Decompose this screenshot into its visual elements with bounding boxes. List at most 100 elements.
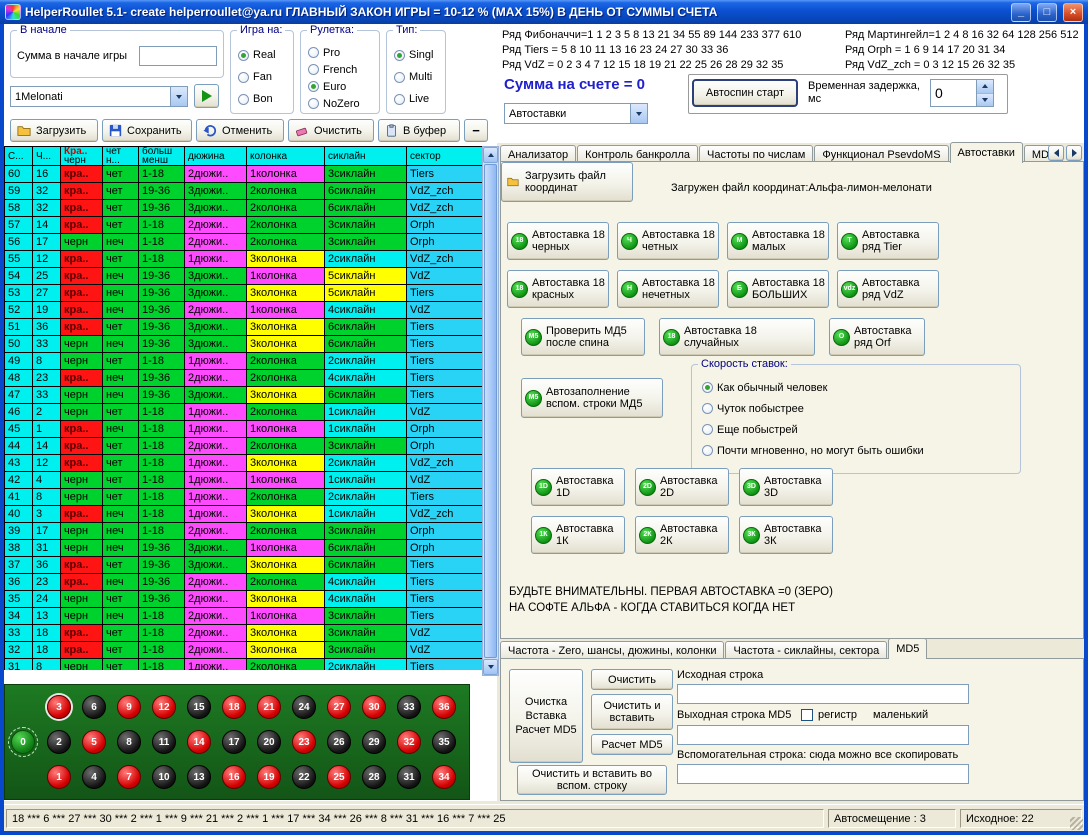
table-row[interactable]: 5033черннеч19-363дюжи..3колонка6сиклайнT… [5, 336, 482, 353]
tab[interactable]: Частота - Zero, шансы, дюжины, колонки [500, 641, 724, 659]
tab-scroll-left-button[interactable] [1048, 145, 1064, 161]
table-row[interactable]: 4823кра..неч19-362дюжи..2колонка4сиклайн… [5, 370, 482, 387]
autobet-button[interactable]: vdz Автоставка ряд VdZ [837, 270, 939, 308]
autobet-button[interactable]: 2К Автоставка 2К [635, 516, 729, 554]
autobet-button[interactable]: М5 Проверить МД5 после спина [521, 318, 645, 356]
board-number-15[interactable]: 15 [187, 695, 211, 719]
delay-spinner[interactable] [930, 79, 994, 107]
table-row[interactable]: 3218кра..чет1-182дюжи..3колонка3сиклайнV… [5, 642, 482, 659]
load-button[interactable]: Загрузить [10, 119, 98, 142]
table-row[interactable]: 424чернчет1-181дюжи..1колонка1сиклайнVdZ [5, 472, 482, 489]
board-number-12[interactable]: 12 [152, 695, 176, 719]
board-number-20[interactable]: 20 [257, 730, 281, 754]
table-row[interactable]: 403кра..неч1-181дюжи..3колонка1сиклайнVd… [5, 506, 482, 523]
autobet-button[interactable]: О Автоставка ряд Orf [829, 318, 925, 356]
autobet-button[interactable]: 1D Автоставка 1D [531, 468, 625, 506]
speed-radio-option[interactable]: Чуток побыстрее [702, 398, 1019, 419]
table-row[interactable]: 5617черннеч1-182дюжи..2колонка3сиклайнOr… [5, 234, 482, 251]
table-row[interactable]: 5136кра..чет19-363дюжи..3колонка6сиклайн… [5, 319, 482, 336]
table-row[interactable]: 5832кра..чет19-363дюжи..2колонка6сиклайн… [5, 200, 482, 217]
board-number-30[interactable]: 30 [362, 695, 386, 719]
output-string-input[interactable] [677, 725, 969, 745]
preset-combobox[interactable]: 1Melonati [10, 86, 188, 107]
table-row[interactable]: 498чернчет1-181дюжи..2колонка2сиклайнTie… [5, 353, 482, 370]
buffer-button[interactable]: В буфер [378, 119, 460, 142]
scroll-down-button[interactable] [483, 659, 498, 675]
autobet-button[interactable]: Т Автоставка ряд Tier [837, 222, 939, 260]
board-number-35[interactable]: 35 [432, 730, 456, 754]
close-button[interactable]: × [1063, 3, 1083, 22]
board-number-24[interactable]: 24 [292, 695, 316, 719]
game-radio-option[interactable]: Bon [238, 88, 292, 110]
roulette-radio-option[interactable]: Pro [308, 44, 378, 61]
save-button[interactable]: Сохранить [102, 119, 192, 142]
table-row[interactable]: 3917черннеч1-182дюжи..2колонка3сиклайнOr… [5, 523, 482, 540]
roulette-radio-option[interactable]: NoZero [308, 95, 378, 112]
game-radio-option[interactable]: Fan [238, 66, 292, 88]
table-row[interactable]: 3318кра..чет1-182дюжи..3колонка3сиклайнV… [5, 625, 482, 642]
speed-radio-option[interactable]: Почти мгновенно, но могут быть ошибки [702, 440, 1019, 461]
game-radio-option[interactable]: Real [238, 44, 292, 66]
board-number-34[interactable]: 34 [432, 765, 456, 789]
board-number-18[interactable]: 18 [222, 695, 246, 719]
board-number-25[interactable]: 25 [327, 765, 351, 789]
board-number-9[interactable]: 9 [117, 695, 141, 719]
autobet-button[interactable]: 3К Автоставка 3К [739, 516, 833, 554]
undo-button[interactable]: Отменить [196, 119, 284, 142]
resize-grip[interactable] [1070, 817, 1083, 830]
autospin-start-button[interactable]: Автоспин старт [692, 79, 798, 107]
md5-clear-button[interactable]: Очистить [591, 669, 673, 690]
type-radio-option[interactable]: Multi [394, 66, 444, 88]
table-row[interactable]: 3831черннеч19-363дюжи..1колонка6сиклайнO… [5, 540, 482, 557]
register-checkbox[interactable] [801, 709, 813, 721]
board-number-3[interactable]: 3 [47, 695, 71, 719]
md5-calc-button[interactable]: Расчет MD5 [591, 734, 673, 755]
table-row[interactable]: 4414кра..чет1-182дюжи..2колонка3сиклайнO… [5, 438, 482, 455]
md5-clear-paste-button[interactable]: Очистить и вставить [591, 694, 673, 730]
board-number-7[interactable]: 7 [117, 765, 141, 789]
board-number-4[interactable]: 4 [82, 765, 106, 789]
board-number-33[interactable]: 33 [397, 695, 421, 719]
table-row[interactable]: 418чернчет1-181дюжи..2колонка2сиклайнTie… [5, 489, 482, 506]
table-row[interactable]: 5714кра..чет1-182дюжи..2колонка3сиклайнO… [5, 217, 482, 234]
board-number-31[interactable]: 31 [397, 765, 421, 789]
board-number-32[interactable]: 32 [397, 730, 421, 754]
board-number-23[interactable]: 23 [292, 730, 316, 754]
table-row[interactable]: 5219кра..неч19-362дюжи..1колонка4сиклайн… [5, 302, 482, 319]
dropdown-button[interactable] [630, 104, 647, 123]
table-row[interactable]: 5327кра..неч19-363дюжи..3колонка5сиклайн… [5, 285, 482, 302]
begin-sum-input[interactable] [139, 46, 217, 66]
collapse-button[interactable]: − [464, 119, 488, 142]
table-row[interactable]: 451кра..неч1-181дюжи..1колонка1сиклайнOr… [5, 421, 482, 438]
autobet-button[interactable]: 18 Автоставка 18 случайных [659, 318, 815, 356]
clear-button[interactable]: Очистить [288, 119, 374, 142]
table-row[interactable]: 6016кра..чет1-182дюжи..1колонка3сиклайнT… [5, 166, 482, 183]
maximize-button[interactable]: □ [1037, 3, 1057, 22]
table-row[interactable]: 462чернчет1-181дюжи..2колонка1сиклайнVdZ [5, 404, 482, 421]
roulette-radio-option[interactable]: Euro [308, 78, 378, 95]
board-number-0[interactable]: 0 [11, 730, 35, 754]
board-number-29[interactable]: 29 [362, 730, 386, 754]
autobet-combobox[interactable]: Автоставки [504, 103, 648, 124]
board-number-14[interactable]: 14 [187, 730, 211, 754]
board-number-2[interactable]: 2 [47, 730, 71, 754]
type-radio-option[interactable]: Live [394, 88, 444, 110]
board-number-21[interactable]: 21 [257, 695, 281, 719]
spin-up-button[interactable] [977, 80, 993, 94]
tab[interactable]: Автоставки [950, 142, 1023, 163]
board-number-17[interactable]: 17 [222, 730, 246, 754]
md5-combo-button[interactable]: Очистка Вставка Расчет MD5 [509, 669, 583, 763]
autobet-button[interactable]: 3D Автоставка 3D [739, 468, 833, 506]
autofill-md5-button[interactable]: М5 Автозаполнение вспом. строки МД5 [521, 378, 663, 418]
speed-radio-option[interactable]: Еще побыстрей [702, 419, 1019, 440]
minimize-button[interactable]: _ [1011, 3, 1031, 22]
delay-input[interactable] [931, 80, 976, 106]
board-number-26[interactable]: 26 [327, 730, 351, 754]
board-number-36[interactable]: 36 [432, 695, 456, 719]
tab[interactable]: MD5 [888, 638, 927, 659]
table-row[interactable]: 318чернчет1-181дюжи..2колонка2сиклайнTie… [5, 659, 482, 670]
board-number-10[interactable]: 10 [152, 765, 176, 789]
board-number-1[interactable]: 1 [47, 765, 71, 789]
table-row[interactable]: 3736кра..чет19-363дюжи..3колонка6сиклайн… [5, 557, 482, 574]
titlebar[interactable]: HelperRoullet 5.1- create helperroullet@… [0, 0, 1088, 24]
